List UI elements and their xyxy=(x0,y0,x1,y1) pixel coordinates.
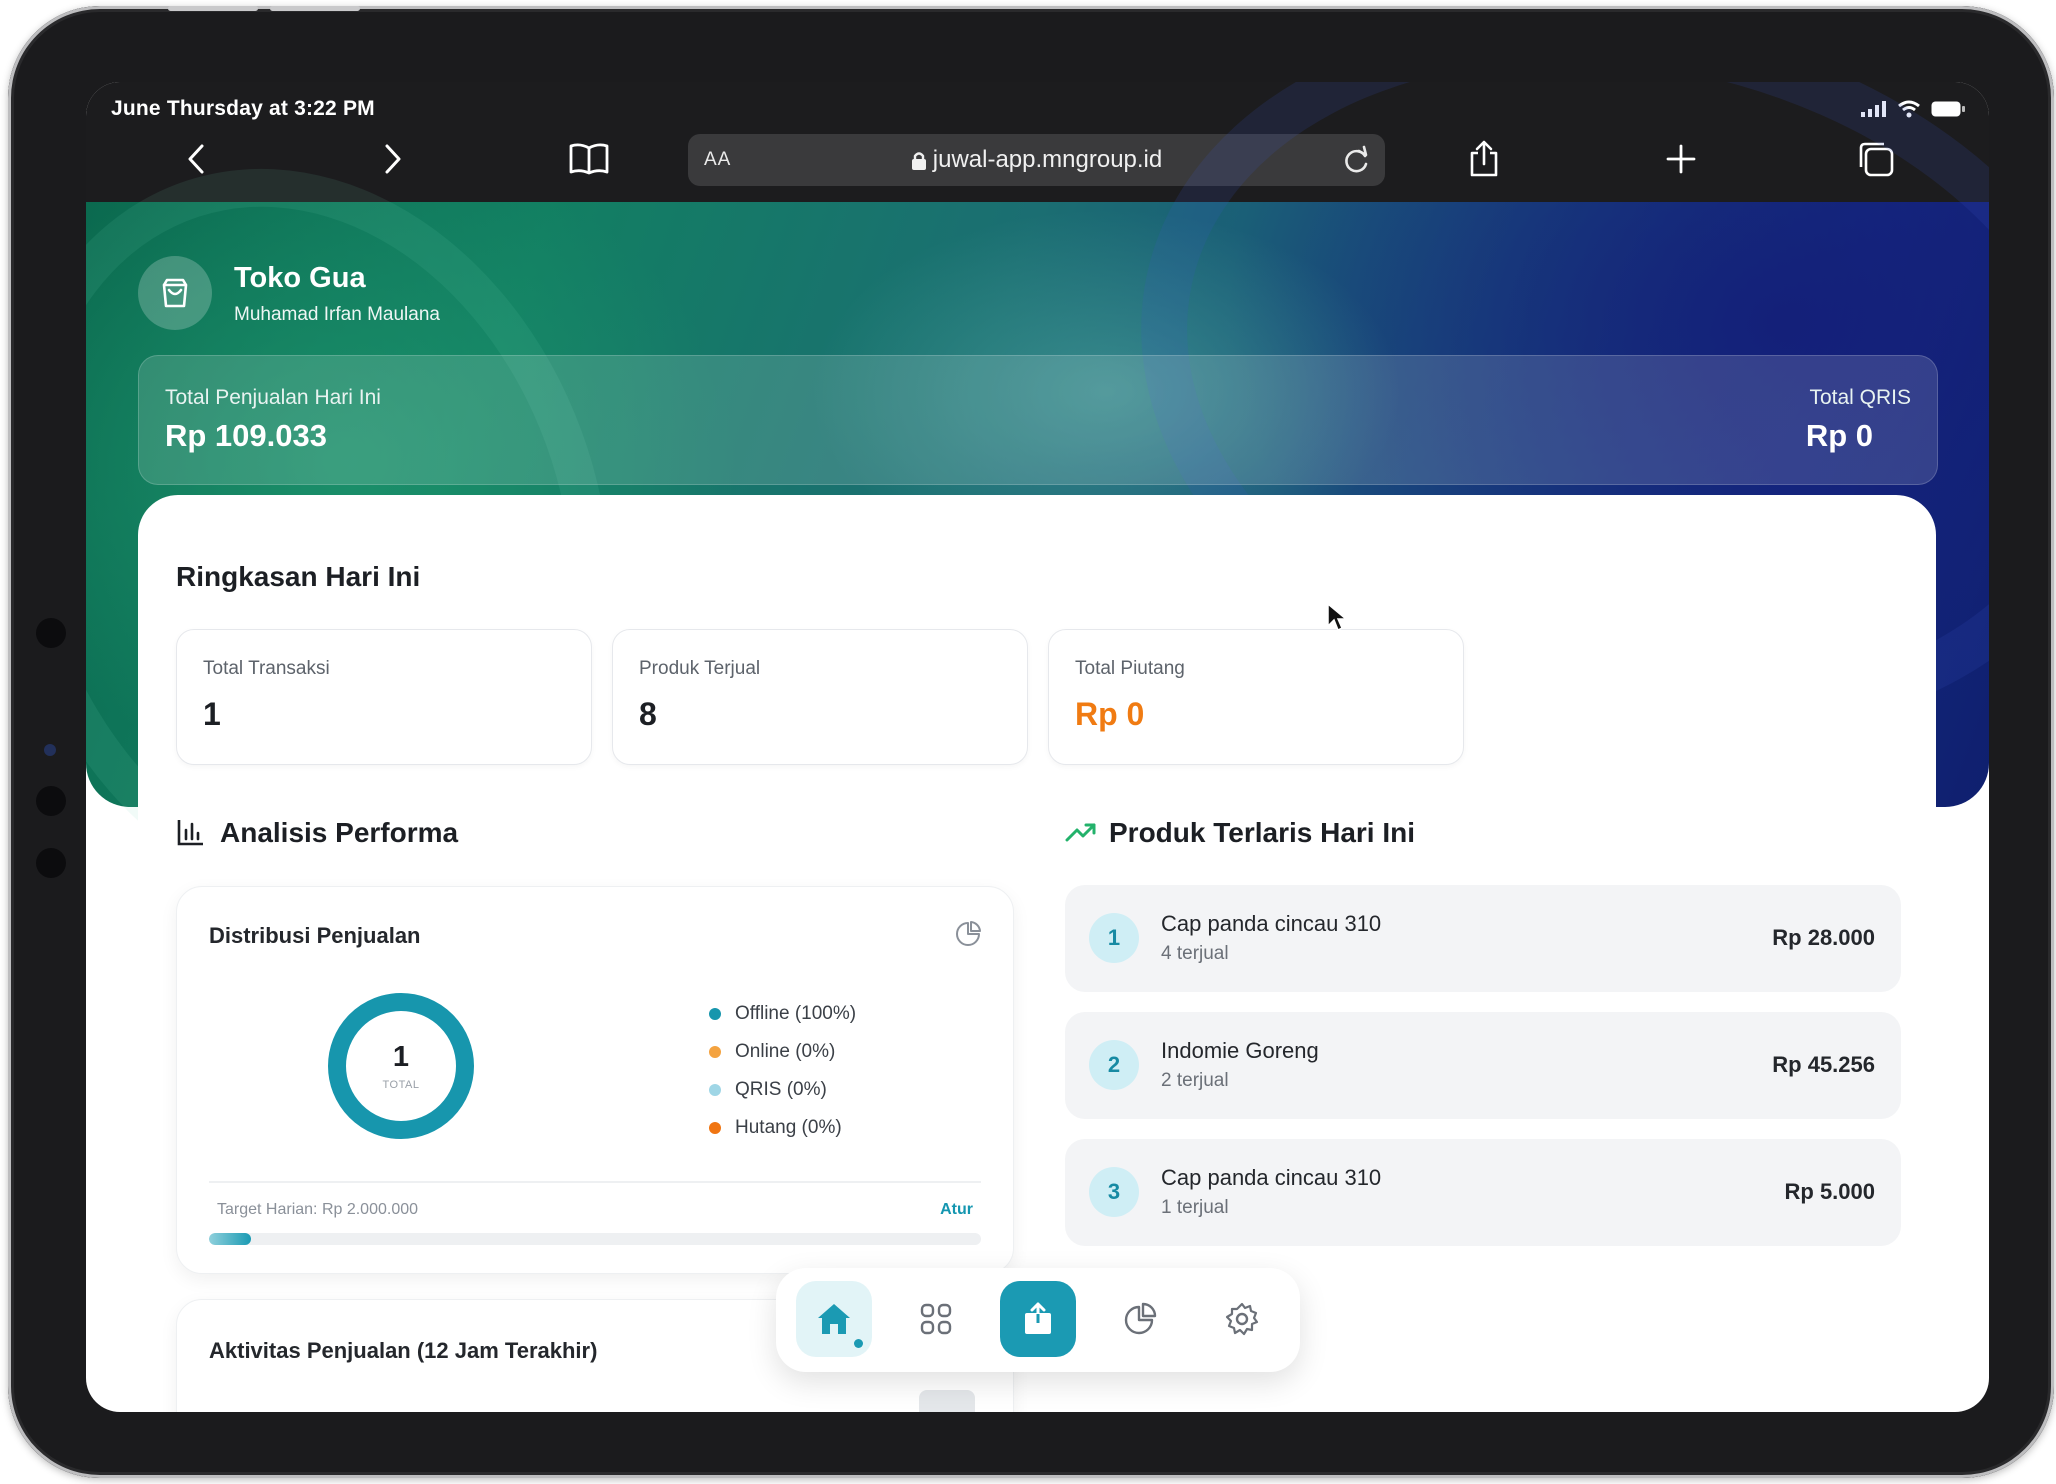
nav-menu[interactable] xyxy=(898,1281,974,1357)
home-icon xyxy=(818,1304,850,1334)
store-name: Toko Gua xyxy=(234,262,366,294)
rank-badge: 3 xyxy=(1089,1167,1139,1217)
grid-icon xyxy=(920,1303,952,1335)
mouse-cursor xyxy=(1327,602,1348,632)
trending-up-icon xyxy=(1065,823,1096,842)
stat-label: Total Transaksi xyxy=(203,658,330,679)
forward-button[interactable] xyxy=(371,137,415,181)
nav-transaction[interactable] xyxy=(1000,1281,1076,1357)
donut-total-caption: TOTAL xyxy=(382,1079,420,1091)
top-product-item[interactable]: 2 Indomie Goreng 2 terjual Rp 45.256 xyxy=(1065,1012,1901,1119)
section-title-produk-terlaris: Produk Terlaris Hari Ini xyxy=(1109,817,1416,848)
legend: Offline (100%) Online (0%) QRIS (0%) Hut… xyxy=(709,995,856,1147)
target-label: Target Harian: Rp 2.000.000 xyxy=(217,1201,419,1218)
product-name: Indomie Goreng xyxy=(1161,1038,1319,1063)
top-product-item[interactable]: 1 Cap panda cincau 310 4 terjual Rp 28.0… xyxy=(1065,885,1901,992)
legend-label: QRIS (0%) xyxy=(735,1079,827,1100)
distribution-title: Distribusi Penjualan xyxy=(209,923,421,948)
product-price: Rp 45.256 xyxy=(1772,1052,1875,1077)
divider xyxy=(209,1181,981,1183)
volume-button xyxy=(270,6,360,11)
activity-filter-chip[interactable] xyxy=(919,1390,975,1412)
product-price: Rp 5.000 xyxy=(1784,1179,1876,1204)
sales-summary-bar: Total Penjualan Hari Ini Rp 109.033 Tota… xyxy=(138,355,1938,485)
nav-home[interactable] xyxy=(796,1281,872,1357)
rank-badge: 2 xyxy=(1089,1040,1139,1090)
stat-label: Produk Terjual xyxy=(639,658,761,679)
legend-label: Hutang (0%) xyxy=(735,1117,842,1138)
status-time: June Thursday at 3:22 PM xyxy=(111,97,375,120)
bottom-navigation xyxy=(776,1268,1300,1372)
distribution-card: Distribusi Penjualan 1 TOTAL Offline (10… xyxy=(176,886,1014,1274)
product-name: Cap panda cincau 310 xyxy=(1161,1165,1382,1190)
section-title-ringkasan: Ringkasan Hari Ini xyxy=(176,561,421,592)
tablet-frame: June Thursday at 3:22 PM AA juwal-app.mn… xyxy=(8,6,2054,1478)
top-product-item[interactable]: 3 Cap panda cincau 310 1 terjual Rp 5.00… xyxy=(1065,1139,1901,1246)
product-price: Rp 28.000 xyxy=(1772,925,1875,950)
camera-dot xyxy=(36,618,66,648)
gear-icon xyxy=(1225,1302,1259,1336)
set-target-link[interactable]: Atur xyxy=(940,1201,973,1219)
legend-dot xyxy=(709,1046,721,1058)
camera-lens xyxy=(44,744,56,756)
stat-card-produk-terjual: Produk Terjual 8 xyxy=(612,629,1028,765)
pie-chart-icon xyxy=(1124,1302,1157,1335)
chevron-left-icon xyxy=(188,144,204,174)
product-sold: 4 terjual xyxy=(1161,943,1229,964)
legend-label: Online (0%) xyxy=(735,1041,836,1062)
legend-item: QRIS (0%) xyxy=(709,1071,856,1109)
stat-value: 1 xyxy=(203,696,221,732)
rank-badge: 1 xyxy=(1089,913,1139,963)
legend-dot xyxy=(709,1122,721,1134)
donut-total-value: 1 xyxy=(392,1041,410,1073)
product-sold: 2 terjual xyxy=(1161,1070,1229,1091)
lock-icon xyxy=(911,151,926,170)
shopping-bag-icon xyxy=(162,278,188,308)
nav-settings[interactable] xyxy=(1204,1281,1280,1357)
nav-reports[interactable] xyxy=(1102,1281,1178,1357)
url-text: juwal-app.mngroup.id xyxy=(932,146,1163,173)
stat-label: Total Piutang xyxy=(1075,658,1185,679)
chevron-right-icon xyxy=(385,144,401,174)
volume-button xyxy=(168,6,258,11)
qris-value: Rp 0 xyxy=(1805,418,1873,453)
pie-chart-icon[interactable] xyxy=(955,921,981,947)
screen: June Thursday at 3:22 PM AA juwal-app.mn… xyxy=(86,82,1989,1412)
legend-item: Hutang (0%) xyxy=(709,1109,856,1147)
legend-dot xyxy=(709,1008,721,1020)
active-indicator-dot xyxy=(854,1339,863,1348)
camera-dot xyxy=(36,848,66,878)
target-progress-bar xyxy=(209,1233,981,1245)
activity-title: Aktivitas Penjualan (12 Jam Terakhir) xyxy=(209,1338,598,1363)
stat-card-total-piutang: Total Piutang Rp 0 xyxy=(1048,629,1464,765)
battery-icon xyxy=(1931,101,1965,117)
legend-dot xyxy=(709,1084,721,1096)
camera-dot xyxy=(36,786,66,816)
legend-label: Offline (100%) xyxy=(735,1003,857,1024)
bookmarks-button[interactable] xyxy=(567,137,611,181)
bar-chart-icon xyxy=(177,820,203,846)
legend-item: Online (0%) xyxy=(709,1033,856,1071)
stat-card-total-transaksi: Total Transaksi 1 xyxy=(176,629,592,765)
store-owner: Muhamad Irfan Maulana xyxy=(234,304,440,325)
upload-box-icon xyxy=(1025,1302,1051,1334)
legend-item: Offline (100%) xyxy=(709,995,856,1033)
target-progress-fill xyxy=(209,1233,252,1245)
sales-label: Total Penjualan Hari Ini xyxy=(165,386,381,409)
qris-label: Total QRIS xyxy=(1809,386,1911,409)
product-sold: 1 terjual xyxy=(1161,1197,1229,1218)
stat-value: 8 xyxy=(639,696,657,732)
product-name: Cap panda cincau 310 xyxy=(1161,911,1382,936)
stat-value: Rp 0 xyxy=(1075,696,1145,732)
section-title-analisis: Analisis Performa xyxy=(220,817,459,848)
store-avatar[interactable] xyxy=(138,256,212,330)
sales-value: Rp 109.033 xyxy=(165,418,327,453)
book-icon xyxy=(569,143,609,175)
